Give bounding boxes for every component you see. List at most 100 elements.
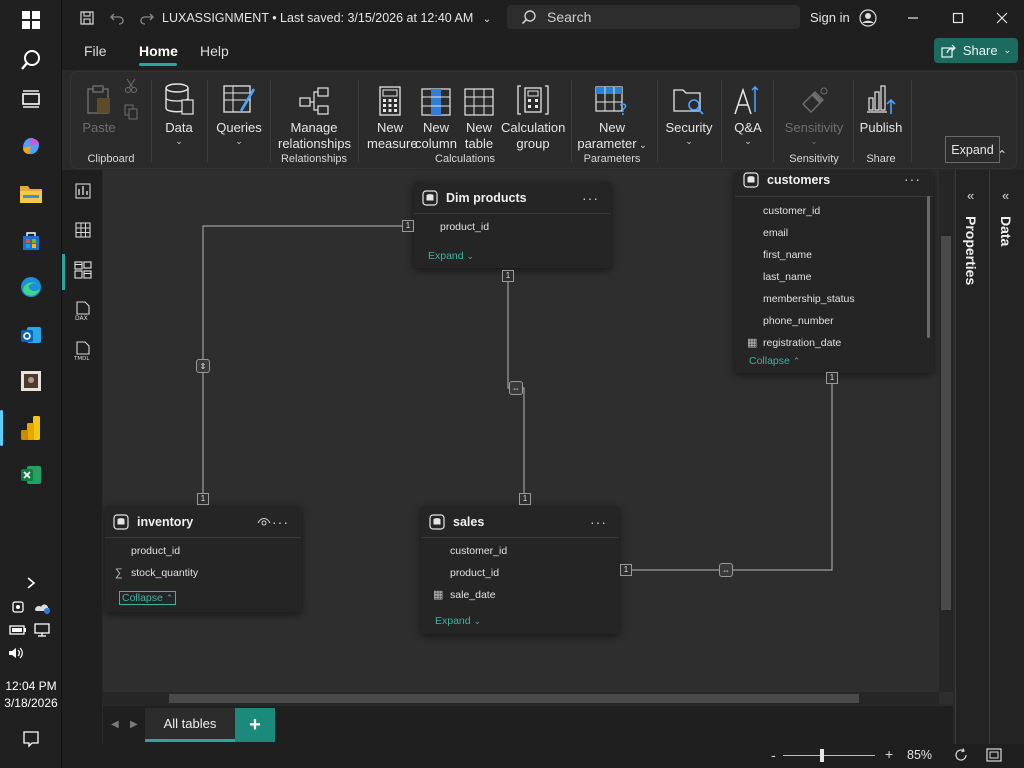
collapse-link[interactable]: Collapse ⌃ [735,354,933,372]
zoom-out-button[interactable]: - [771,747,776,763]
menu-help[interactable]: Help [200,43,229,59]
properties-pane-collapsed[interactable]: « Properties [955,170,989,744]
save-icon[interactable] [76,0,98,36]
share-button[interactable]: Share ⌄ [934,38,1018,63]
model-canvas[interactable]: Dim products ··· product_id Expand ⌄ cus… [103,170,953,704]
outlook-icon[interactable] [14,318,48,352]
new-table-button[interactable]: New table [461,78,497,152]
more-options-icon[interactable]: ··· [582,190,599,206]
edge-icon[interactable] [14,270,48,304]
card-scrollbar[interactable] [927,196,930,338]
field-row[interactable]: membership_status [735,288,933,310]
field-row[interactable]: ▦ registration_date [735,332,933,354]
copy-icon[interactable] [121,104,141,124]
publish-button[interactable]: Publish [859,78,903,136]
more-options-icon[interactable]: ··· [904,171,921,187]
cut-icon[interactable] [121,78,141,98]
power-bi-icon[interactable] [14,411,48,445]
undo-icon[interactable] [106,0,128,36]
sign-in-button[interactable]: Sign in [810,10,850,25]
minimize-icon[interactable] [898,0,928,36]
more-options-icon[interactable]: ··· [590,514,607,530]
paste-button[interactable]: Paste [81,78,117,136]
menu-file[interactable]: File [84,43,107,59]
sensitivity-button[interactable]: Sensitivity ⌄ [779,78,849,146]
account-avatar-icon[interactable] [857,0,879,36]
table-card-sales[interactable]: sales ··· customer_id product_id ▦ sale_d… [421,506,619,634]
tab-scroll-left-icon[interactable]: ◀ [111,719,119,730]
scroll-thumb[interactable] [169,694,859,703]
tab-all-tables[interactable]: All tables [145,708,235,742]
expand-chevron-icon[interactable]: « [967,188,974,203]
expand-chevron-icon[interactable]: « [1002,188,1009,203]
bidirectional-filter-icon[interactable]: ⇔ [509,381,523,395]
search-input[interactable]: Search [507,5,800,29]
tab-scroll-right-icon[interactable]: ▶ [130,719,138,730]
data-pane-collapsed[interactable]: « Data [989,170,1024,744]
canvas-vertical-scrollbar[interactable] [939,170,953,692]
field-row[interactable]: product_id [414,216,611,238]
data-button[interactable]: Data ⌄ [157,78,201,146]
model-view-icon[interactable] [72,259,94,281]
collapse-link[interactable]: Collapse ⌃ [105,587,301,609]
table-card-dim-products[interactable]: Dim products ··· product_id Expand ⌄ [414,182,611,268]
search-icon[interactable] [14,43,48,77]
new-measure-button[interactable]: New measure [367,78,418,152]
bidirectional-filter-icon[interactable]: ⇕ [196,359,210,373]
field-row[interactable]: customer_id [735,200,933,222]
dax-query-view-icon[interactable]: DAX [72,300,94,322]
more-options-icon[interactable]: ··· [272,514,289,530]
properties-pane-label[interactable]: Properties [963,216,979,285]
report-view-icon[interactable] [72,180,94,202]
redo-icon[interactable] [136,0,158,36]
scroll-thumb[interactable] [941,236,951,610]
field-row[interactable]: phone_number [735,310,933,332]
taskbar-clock[interactable]: 12:04 PM 3/18/2026 [0,678,62,712]
volume-tray-icon[interactable] [4,636,28,670]
fit-to-screen-icon[interactable] [986,748,1002,767]
task-view-icon[interactable] [14,82,48,116]
field-row[interactable]: product_id [105,540,301,562]
qa-button[interactable]: Q&A ⌄ [729,78,767,146]
zoom-percent[interactable]: 85% [907,748,932,762]
table-view-icon[interactable] [72,219,94,241]
file-explorer-icon[interactable] [14,176,48,210]
tmdl-view-icon[interactable]: TMDL [72,340,94,362]
calculation-group-button[interactable]: Calculation group [501,78,565,152]
menu-home[interactable]: Home [139,43,178,59]
zoom-slider[interactable] [783,755,875,756]
visibility-eye-icon[interactable] [257,514,271,532]
add-layout-button[interactable]: + [235,708,275,742]
excel-icon[interactable] [14,458,48,492]
field-row[interactable]: ▦ sale_date [421,584,619,606]
maximize-icon[interactable] [943,0,973,36]
title-dropdown-chevron-icon[interactable]: ⌄ [483,14,491,25]
new-parameter-button[interactable]: ? New parameter ⌄ [577,78,647,153]
queries-button[interactable]: Queries ⌄ [216,78,262,146]
microsoft-store-icon[interactable] [14,224,48,258]
field-row[interactable]: ∑ stock_quantity [105,562,301,584]
zoom-in-button[interactable]: + [885,746,893,762]
table-card-customers[interactable]: customers ··· customer_id email first_na… [735,170,933,373]
new-column-button[interactable]: New column [415,78,457,152]
field-row[interactable]: last_name [735,266,933,288]
notification-center-icon[interactable] [14,722,48,756]
table-card-inventory[interactable]: inventory ··· product_id ∑ stock_quantity… [105,506,301,612]
manage-relationships-button[interactable]: Manage relationships [278,78,351,152]
reset-zoom-icon[interactable] [954,748,968,767]
field-row[interactable]: email [735,222,933,244]
field-row[interactable]: first_name [735,244,933,266]
close-icon[interactable] [987,0,1017,36]
data-pane-label[interactable]: Data [998,216,1014,246]
expand-link[interactable]: Expand ⌄ [421,610,619,632]
zoom-slider-thumb[interactable] [820,749,824,762]
security-button[interactable]: Security ⌄ [665,78,713,146]
expand-link[interactable]: Expand ⌄ [414,245,611,267]
network-tray-icon[interactable] [30,613,54,647]
windows-start-icon[interactable] [14,3,48,37]
bidirectional-filter-icon[interactable]: ⇔ [719,563,733,577]
field-row[interactable]: product_id [421,562,619,584]
photo-app-icon[interactable] [14,364,48,398]
copilot-icon[interactable] [14,129,48,163]
canvas-horizontal-scrollbar[interactable] [103,692,939,705]
